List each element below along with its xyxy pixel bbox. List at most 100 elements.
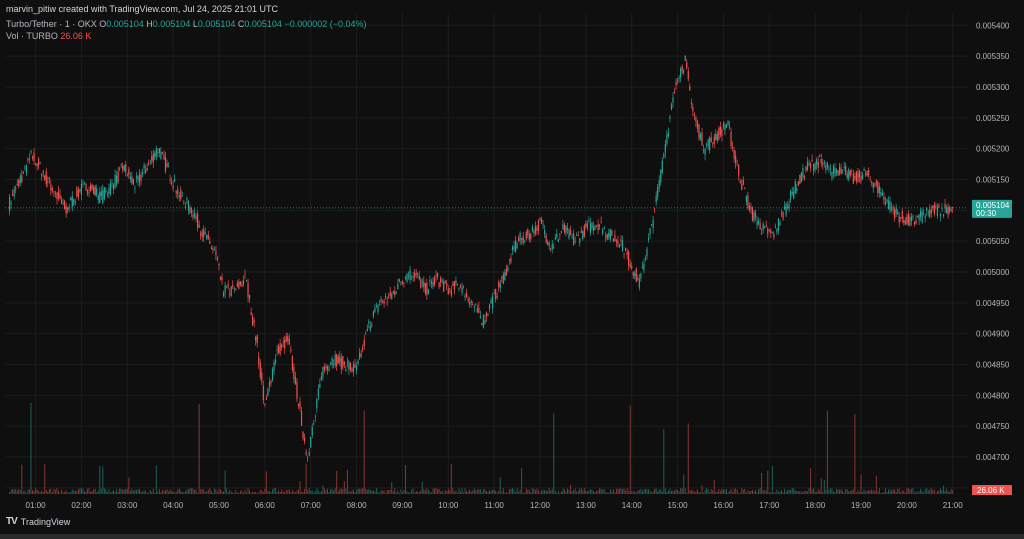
volume-bar [748,491,750,494]
candle-body [684,55,686,61]
tradingview-watermark[interactable]: TV TradingView [6,516,70,527]
candle-body [374,307,376,313]
time-tick-label: 19:00 [851,501,872,510]
volume-bar [825,489,827,494]
candle-body [676,80,679,82]
candle-body [689,86,691,91]
last-volume-value: 26.06 K [977,486,1005,495]
volume-bar [710,489,712,494]
volume-bar [511,488,513,494]
volume-bar [389,489,391,494]
candle-body [698,124,700,138]
candle-body [433,277,436,285]
candle-body [586,223,588,228]
volume-bar [308,488,310,494]
volume-bar [817,489,819,494]
volume-bar [680,488,682,494]
volume-bar [395,492,397,494]
candle-body [835,169,838,173]
volume-bar [623,488,625,494]
candle-body [797,181,799,185]
candle-body [60,199,63,203]
volume-legend[interactable]: Vol · TURBO 26.06 K [6,31,91,41]
candle-body [464,295,466,298]
candle-body [308,452,310,456]
volume-bar [10,489,12,494]
time-tick-label: 18:00 [805,501,826,510]
candle-body [252,315,254,326]
time-axis[interactable]: 01:00 02:00 03:00 04:00 05:00 06:00 07:00 08:00… [0,495,1024,534]
volume-bar [516,488,518,494]
volume-bar [502,488,504,494]
candle-body [424,282,426,294]
price-tick-label: 0.005300 [976,83,1010,92]
volume-bar [611,491,613,494]
volume-bar [275,488,277,494]
candle-body [132,178,134,185]
volume-bar [609,489,611,494]
volume-bar [250,492,252,494]
time-tick-label: 10:00 [438,501,459,510]
candle-body [881,193,883,196]
time-tick-label: 05:00 [209,501,230,510]
volume-bar [203,489,205,494]
symbol-legend[interactable]: Turbo/Tether · 1 · OKX O0.005104 H0.0051… [6,19,367,29]
candle-body [343,361,345,366]
volume-bar [869,490,871,494]
volume-bar [213,488,215,494]
volume-bar [542,489,544,494]
volume-bar [444,490,446,494]
candle-body [495,288,497,300]
candle-body [831,172,833,179]
volume-bar [678,491,680,494]
volume-bar [492,489,494,494]
candle-body [631,265,633,269]
volume-bar [582,490,584,494]
volume-bar [554,490,556,494]
candle-body [36,163,38,167]
volume-bar [293,491,295,494]
volume-bar [184,491,186,494]
price-axis[interactable]: 0.005400 0.005350 0.005300 0.005250 0.005200… [968,0,1024,534]
candle-body [657,186,659,197]
candle-body [643,263,645,271]
volume-bar [339,489,341,494]
candle-body [762,223,764,231]
candle-body [738,165,740,176]
volume-bar [476,489,478,494]
volume-bar [256,492,258,494]
volume-bar [135,490,137,494]
volume-bar [736,489,738,494]
volume-bar [490,491,492,494]
volume-bar [401,492,403,494]
volume-bar [47,491,49,494]
volume-bar [875,475,877,494]
volume-bar [779,491,781,494]
volume-bar [42,491,44,494]
candle-body [736,164,738,166]
volume-bar [290,492,292,494]
volume-bar [747,490,749,494]
volume-bar [901,490,903,494]
candle-body [727,121,729,126]
candle-body [62,202,64,205]
volume-bar [811,489,813,494]
candle-body [262,385,264,401]
candle-body [401,280,404,284]
volume-bar [481,491,483,494]
volume-bar [317,490,319,494]
volume-bar [628,491,630,494]
volume-bar [137,489,139,494]
candle-body [525,232,527,239]
volume-bar [249,490,251,494]
volume-bar [114,492,116,494]
volume-bar [330,488,332,494]
volume-bar [573,489,575,494]
volume-bar [563,489,565,494]
volume-bar [51,492,53,494]
candle-body [86,189,89,194]
chart-svg[interactable]: 0.005400 0.005350 0.005300 0.005250 0.005200… [0,0,1024,534]
volume-bar [562,488,564,494]
candle-body [673,91,676,94]
candle-body [193,213,196,217]
